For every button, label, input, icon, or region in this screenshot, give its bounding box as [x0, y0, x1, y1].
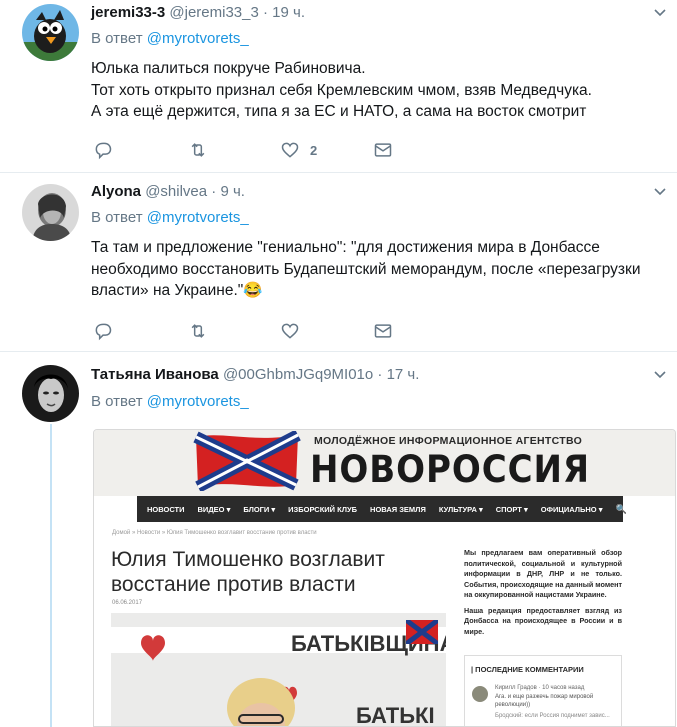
tweet-text: Юлька палиться покруче Рабиновича. Тот х… — [91, 60, 592, 121]
timestamp[interactable]: · 9 ч. — [211, 183, 245, 200]
reply-button[interactable] — [93, 319, 113, 343]
envelope-icon — [374, 324, 392, 338]
svg-text:БАТЬКІ: БАТЬКІ — [356, 703, 435, 727]
tweet[interactable]: Татьяна Иванова @00GhbmJGq9MI01o · 17 ч.… — [0, 352, 677, 727]
heart-icon — [281, 142, 299, 158]
tweet-actions: 2 — [91, 138, 411, 162]
site-about: Мы предлагаем вам оперативный обзор поли… — [464, 548, 622, 636]
tweet-text: Та там и предложение "гениально": "для д… — [91, 239, 641, 300]
comment-text: Ага. и еще разжечь пожар мировой революц… — [495, 694, 594, 708]
retweet-icon — [191, 324, 205, 338]
mention-link[interactable]: @myrotvorets_ — [147, 393, 249, 410]
flag-icon — [406, 620, 438, 644]
comments-title: | ПОСЛЕДНИЕ КОММЕНТАРИИ — [471, 665, 584, 674]
site-nav: НОВОСТИ ВИДЕО ▾ БЛОГИ ▾ ИЗБОРСКИЙ КЛУБ Н… — [137, 496, 627, 522]
reply-context: В ответ @myrotvorets_ — [91, 393, 249, 410]
agency-title: НОВОРОССИЯ — [310, 448, 591, 491]
novorossiya-flag-logo — [193, 431, 301, 491]
dm-button[interactable] — [373, 138, 393, 162]
heart-icon — [281, 323, 299, 339]
user-name[interactable]: jeremi33-3 — [91, 4, 165, 21]
chevron-down-icon[interactable] — [653, 368, 667, 382]
reply-icon — [95, 323, 112, 341]
chevron-down-icon[interactable] — [653, 185, 667, 199]
like-button[interactable]: 2 — [280, 138, 317, 162]
thread-line — [50, 424, 52, 727]
reply-icon — [95, 142, 112, 160]
avatar[interactable] — [22, 184, 79, 241]
article-date: 06.06.2017 — [112, 600, 143, 606]
like-button[interactable] — [280, 319, 310, 343]
nav-item: ИЗБОРСКИЙ КЛУБ — [288, 504, 358, 514]
comment-text: Бродский: если Россия поднимет завис... — [495, 713, 610, 719]
breadcrumb: Домой » Новости » Юлия Тимошенко возглав… — [112, 530, 317, 536]
mention-link[interactable]: @myrotvorets_ — [147, 209, 249, 226]
avatar[interactable] — [22, 365, 79, 422]
mention-link[interactable]: @myrotvorets_ — [147, 30, 249, 47]
nav-item: НОВОСТИ — [147, 504, 185, 514]
attached-image[interactable]: МОЛОДЁЖНОЕ ИНФОРМАЦИОННОЕ АГЕНТСТВО НОВО… — [93, 429, 676, 727]
retweet-icon — [191, 143, 205, 157]
nav-item: КУЛЬТУРА ▾ — [438, 504, 483, 514]
like-count: 2 — [310, 142, 318, 158]
user-handle[interactable]: @jeremi33_3 — [169, 4, 258, 21]
nav-item: ВИДЕО ▾ — [197, 504, 231, 514]
user-name[interactable]: Татьяна Иванова — [91, 366, 219, 383]
search-icon: 🔍 — [615, 503, 627, 514]
reply-context: В ответ @myrotvorets_ — [91, 30, 249, 47]
user-name[interactable]: Alyona — [91, 183, 141, 200]
avatar[interactable] — [22, 4, 79, 61]
agency-subtitle: МОЛОДЁЖНОЕ ИНФОРМАЦИОННОЕ АГЕНТСТВО — [314, 435, 583, 447]
nav-item: СПОРТ ▾ — [495, 504, 528, 514]
tweet[interactable]: Alyona @shilvea · 9 ч. В ответ @myrotvor… — [0, 173, 677, 352]
reply-context: В ответ @myrotvorets_ — [91, 209, 249, 226]
nav-item: НОВАЯ ЗЕМЛЯ — [370, 504, 426, 514]
tweet-actions — [91, 319, 411, 343]
retweet-button[interactable] — [188, 319, 208, 343]
dm-button[interactable] — [373, 319, 393, 343]
article-photo: БАТЬКІВЩИНА БАТЬКІ — [111, 613, 446, 727]
retweet-button[interactable] — [188, 138, 208, 162]
nav-item: БЛОГИ ▾ — [243, 504, 276, 514]
timestamp[interactable]: · 17 ч. — [377, 366, 419, 383]
user-handle[interactable]: @shilvea — [145, 183, 207, 200]
article-headline: Юлия Тимошенко возглавит восстание проти… — [111, 548, 385, 596]
timestamp[interactable]: · 19 ч. — [263, 4, 305, 21]
comment-author: Кирилл Градов · 10 часов назад — [495, 685, 585, 691]
latest-comments: | ПОСЛЕДНИЕ КОММЕНТАРИИ Кирилл Градов · … — [464, 655, 622, 726]
avatar — [472, 686, 488, 702]
envelope-icon — [374, 143, 392, 157]
reply-button[interactable] — [93, 138, 113, 162]
user-handle[interactable]: @00GhbmJGq9MI01o — [223, 366, 373, 383]
tweet[interactable]: jeremi33-3 @jeremi33_3 · 19 ч. В ответ @… — [0, 0, 677, 173]
chevron-down-icon[interactable] — [653, 6, 667, 20]
nav-item: ОФИЦИАЛЬНО ▾ — [540, 504, 603, 514]
